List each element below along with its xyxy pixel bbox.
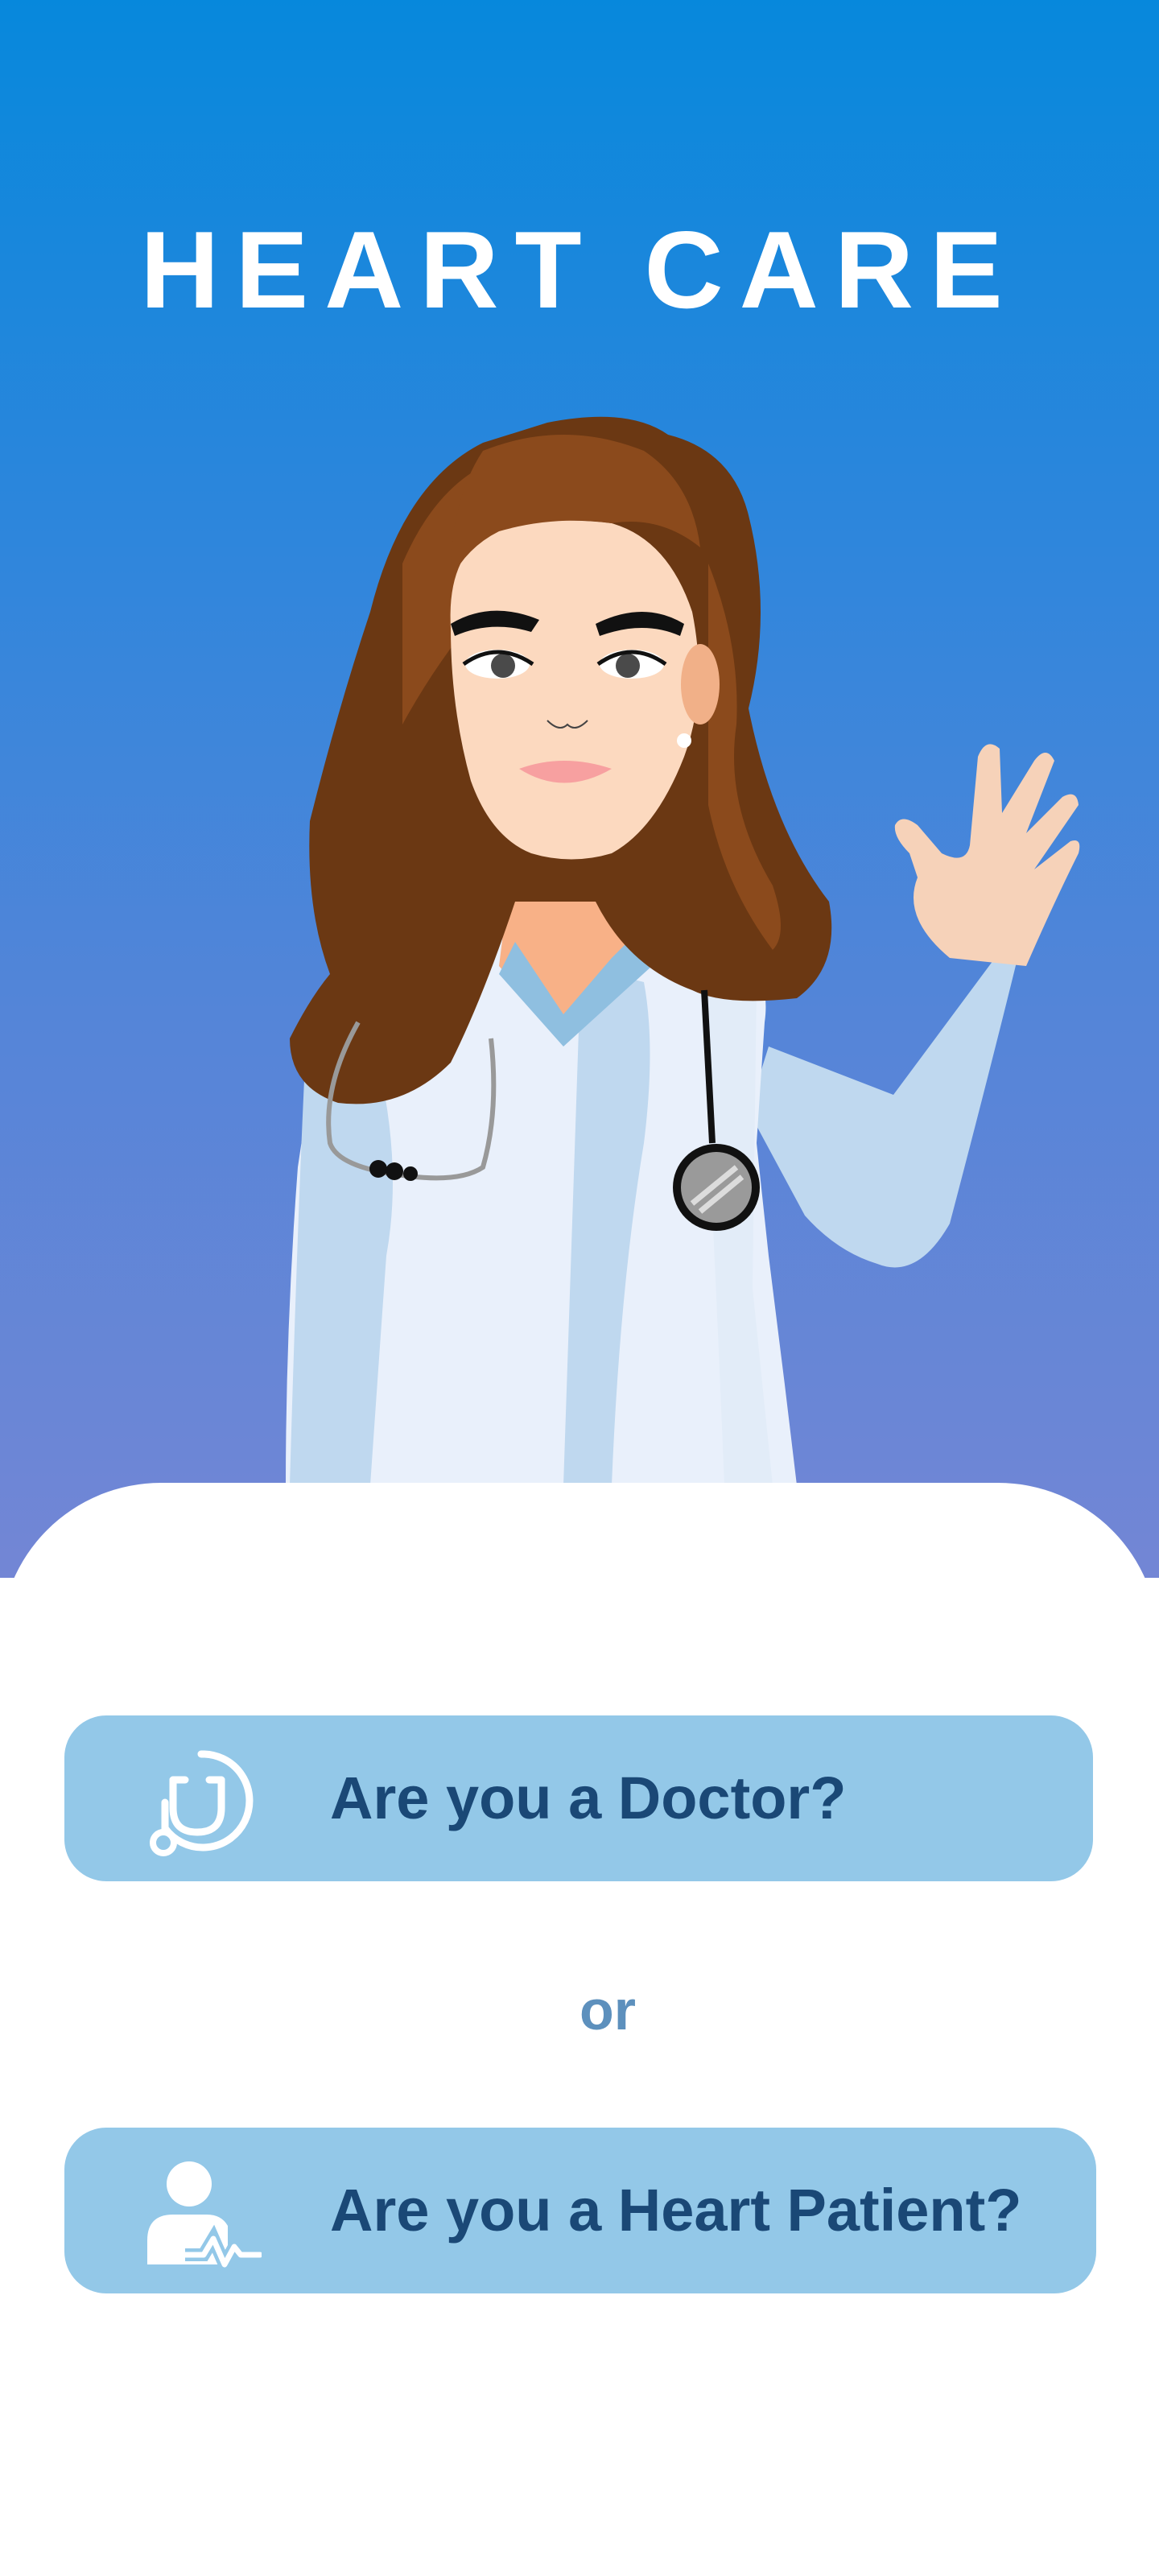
doctor-illustration (286, 416, 1080, 1485)
patient-role-label: Are you a Heart Patient? (330, 2177, 1022, 2244)
stethoscope-icon (150, 1750, 254, 1856)
hero-banner: HEART CARE (0, 0, 1159, 1578)
doctor-role-button[interactable]: Are you a Doctor? (64, 1715, 1093, 1881)
doctor-role-label: Are you a Doctor? (330, 1765, 847, 1831)
app-title: HEART CARE (140, 208, 1019, 331)
patient-heartbeat-icon (147, 2161, 262, 2273)
patient-role-button[interactable]: Are you a Heart Patient? (64, 2128, 1096, 2293)
or-separator: or (580, 1979, 636, 2041)
